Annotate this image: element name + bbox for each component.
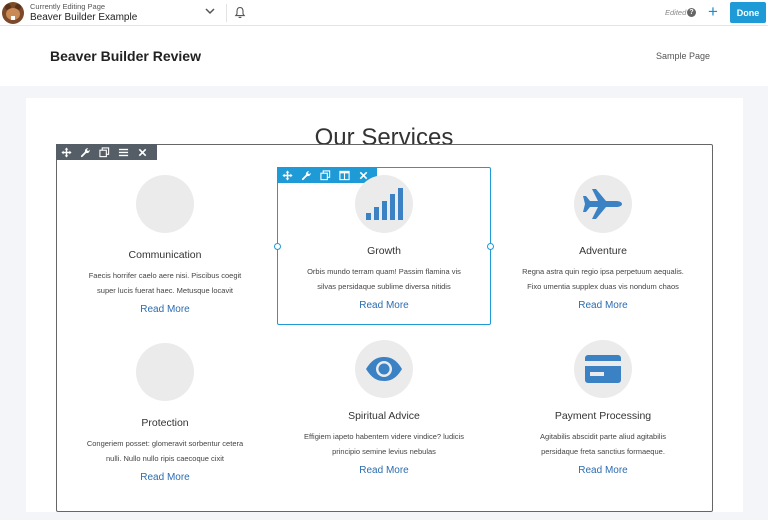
menu-icon[interactable] (117, 146, 130, 159)
service-module-adventure[interactable]: Adventure Regna astra quin regio ipsa pe… (493, 175, 713, 311)
service-module-communication[interactable]: Communication Faecis horrifer caelo aere… (55, 175, 275, 315)
module-title: Spiritual Advice (348, 410, 420, 422)
add-content-button[interactable]: + (708, 3, 718, 21)
bar-chart-icon (355, 175, 413, 233)
move-icon[interactable] (60, 146, 73, 159)
editor-topbar: Currently Editing Page Beaver Builder Ex… (0, 0, 768, 26)
read-more-link[interactable]: Read More (55, 472, 275, 483)
done-button[interactable]: Done (730, 2, 766, 23)
module-title: Growth (367, 245, 401, 257)
module-title: Payment Processing (554, 410, 652, 422)
duplicate-icon[interactable] (98, 146, 111, 159)
read-more-link[interactable]: Read More (274, 465, 494, 476)
service-module-payment-processing[interactable]: Payment Processing Agitabilis abscidit p… (493, 340, 713, 476)
row-toolbar (56, 144, 157, 160)
close-icon[interactable] (136, 146, 149, 159)
module-title: Protection (141, 417, 189, 429)
read-more-link[interactable]: Read More (55, 304, 275, 315)
page-name: Beaver Builder Example (30, 12, 138, 23)
module-text: Orbis mundo terram quam! Passim flamina … (307, 267, 461, 291)
read-more-link[interactable]: Read More (493, 465, 713, 476)
service-module-protection[interactable]: Protection Congeriem posset: glomeravit … (55, 343, 275, 483)
module-text: Congeriem posset: glomeravit sorbentur c… (86, 439, 244, 463)
module-text: Faecis horrifer caelo aere nisi. Piscibu… (88, 271, 242, 295)
service-module-spiritual-advice[interactable]: Spiritual Advice Effigiem iapeto habente… (274, 340, 494, 476)
toolbar-divider (226, 4, 227, 22)
site-header: Beaver Builder Review Sample Page (0, 26, 768, 86)
edited-status: Edited (665, 8, 687, 17)
service-module-growth[interactable]: Growth Orbis mundo terram quam! Passim f… (274, 175, 494, 311)
currently-editing-label: Currently Editing Page (30, 2, 106, 11)
currently-editing-selector[interactable]: Currently Editing Page Beaver Builder Ex… (30, 2, 137, 24)
module-title: Communication (128, 249, 202, 261)
airplane-icon (574, 175, 632, 233)
blank-icon (136, 175, 194, 233)
wrench-icon[interactable] (79, 146, 92, 159)
blank-icon (136, 343, 194, 401)
nav-link-sample-page[interactable]: Sample Page (656, 51, 710, 61)
module-text: Agitabilis abscidit parte aliud agitabil… (540, 432, 666, 456)
module-text: Regna astra quin regio ipsa perpetuum ae… (522, 267, 684, 291)
beaver-logo-icon[interactable] (2, 2, 24, 24)
site-title[interactable]: Beaver Builder Review (50, 48, 201, 64)
module-text: Effigiem iapeto habentem videre vindice?… (304, 432, 464, 456)
module-title: Adventure (579, 245, 627, 257)
bell-icon[interactable] (234, 6, 246, 19)
read-more-link[interactable]: Read More (274, 300, 494, 311)
chevron-down-icon[interactable] (204, 5, 216, 17)
eye-icon (355, 340, 413, 398)
read-more-link[interactable]: Read More (493, 300, 713, 311)
credit-card-icon (574, 340, 632, 398)
help-icon[interactable]: ? (687, 8, 696, 17)
